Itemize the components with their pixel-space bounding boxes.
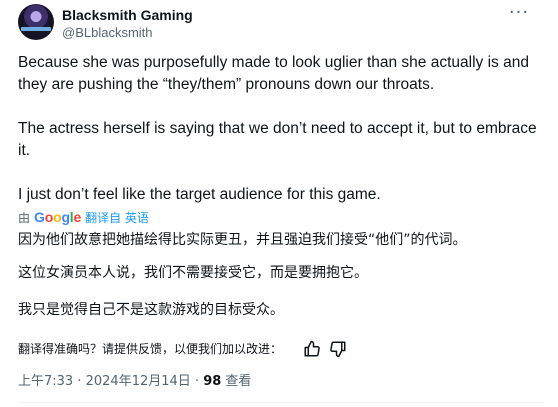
tweet-paragraph-2: The actress herself is saying that we do…	[18, 120, 537, 159]
google-logo-letter: o	[44, 209, 54, 225]
google-logo-letter: g	[61, 209, 70, 225]
views-count: 98	[203, 374, 222, 389]
thumbs-up-button[interactable]	[303, 340, 321, 358]
translation-paragraph-3: 我只是觉得自己不是这款游戏的目标受众。	[18, 302, 284, 318]
translation-paragraph-2: 这位女演员本人说，我们不需要接受它，而是要拥抱它。	[18, 265, 368, 281]
thumbs-down-icon	[330, 341, 346, 358]
tweet-meta: 上午7:33 · 2024年12月14日 · 98 查看	[18, 373, 251, 391]
avatar-banner-decoration	[21, 27, 51, 31]
translation-paragraph-1: 因为他们故意把她描绘得比实际更丑，并且强迫我们接受“他们”的代词。	[18, 232, 467, 248]
views-label: 查看	[225, 374, 252, 389]
google-logo: Google	[34, 209, 81, 225]
translated-from-link[interactable]: 翻译自 英语	[85, 209, 149, 226]
thumbs-up-icon	[304, 340, 320, 357]
translation-feedback-prompt: 翻译得准确吗？请提供反馈，以便我们加以改进：	[18, 342, 283, 356]
meta-separator: ·	[190, 374, 204, 389]
author-handle[interactable]: @BLblacksmith	[62, 24, 153, 42]
meta-separator: ·	[73, 374, 86, 389]
thumbs-down-button[interactable]	[329, 340, 347, 358]
translation-prefix: 由	[18, 210, 31, 225]
tweet-time[interactable]: 上午7:33	[18, 374, 73, 389]
google-logo-letter: G	[34, 209, 45, 225]
avatar[interactable]	[18, 4, 54, 40]
translation-attribution: 由 Google 翻译自 英语	[18, 208, 149, 226]
author-display-name[interactable]: Blacksmith Gaming	[62, 6, 193, 24]
tweet-paragraph-1: Because she was purposefully made to loo…	[18, 54, 529, 93]
tweet-paragraph-3: I just don’t feel like the target audien…	[18, 186, 381, 203]
tweet-date[interactable]: 2024年12月14日	[86, 374, 191, 389]
google-logo-letter: e	[73, 209, 82, 225]
divider	[18, 402, 544, 403]
more-options-button[interactable]: ···	[508, 4, 530, 24]
more-horizontal-icon: ···	[508, 2, 530, 23]
